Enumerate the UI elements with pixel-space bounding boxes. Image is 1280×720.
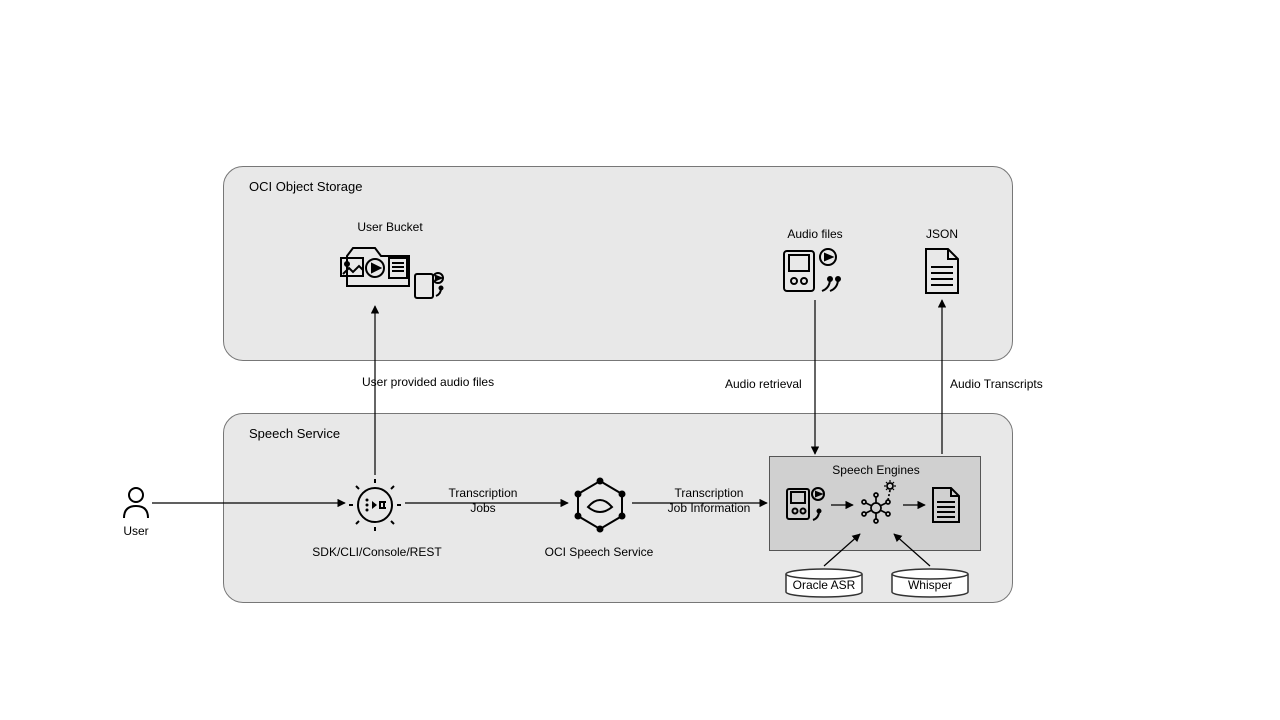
audio-device-icon xyxy=(782,247,842,297)
sdk-cli-label: SDK/CLI/Console/REST xyxy=(303,545,451,560)
user-bucket-label: User Bucket xyxy=(335,220,445,235)
oracle-asr-db: Oracle ASR xyxy=(784,568,864,598)
service-panel-title: Speech Service xyxy=(249,426,340,441)
ai-network-icon xyxy=(858,480,900,526)
whisper-text: Whisper xyxy=(908,578,952,592)
document-small-icon xyxy=(930,486,962,526)
audio-small-icon xyxy=(785,486,827,526)
transcription-jobs-label: Transcription Jobs xyxy=(433,486,533,516)
media-folder-icon xyxy=(339,240,449,304)
diagram-stage: OCI Object Storage Speech Service Speech… xyxy=(0,0,1280,720)
oracle-asr-text: Oracle ASR xyxy=(793,578,856,592)
audio-transcripts-label: Audio Transcripts xyxy=(950,377,1080,392)
document-icon xyxy=(922,247,962,297)
oci-speech-label: OCI Speech Service xyxy=(534,545,664,560)
load-balancer-icon xyxy=(572,477,628,533)
json-label: JSON xyxy=(912,227,972,242)
storage-panel-title: OCI Object Storage xyxy=(249,179,362,194)
user-icon xyxy=(122,486,150,520)
user-label: User xyxy=(112,524,160,539)
audio-retrieval-label: Audio retrieval xyxy=(725,377,845,392)
transcription-info-label: Transcription Job Information xyxy=(654,486,764,516)
engines-panel-title: Speech Engines xyxy=(770,463,982,478)
whisper-db: Whisper xyxy=(890,568,970,598)
audio-files-label: Audio files xyxy=(775,227,855,242)
user-provided-label: User provided audio files xyxy=(362,375,522,390)
gear-icon xyxy=(347,477,403,533)
